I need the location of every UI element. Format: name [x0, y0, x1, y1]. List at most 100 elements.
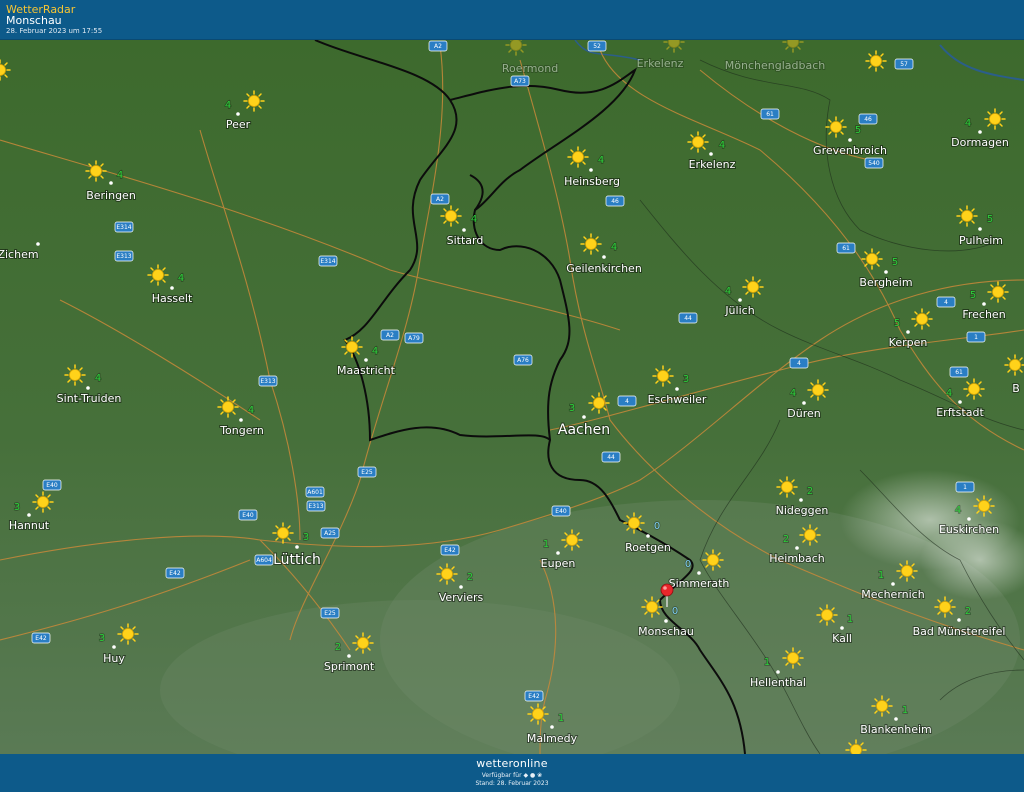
temperature: 3 — [14, 502, 20, 513]
sun-icon — [865, 50, 887, 72]
place-name: Eschweiler — [648, 393, 707, 406]
temperature: 4 — [790, 388, 796, 399]
sun-icon — [440, 205, 462, 227]
sun-icon — [984, 108, 1006, 130]
temperature: 1 — [558, 713, 564, 724]
place-name: Mechernich — [861, 588, 924, 601]
sun-icon — [623, 512, 645, 534]
temperature: 2 — [807, 486, 813, 497]
place-name: Kerpen — [889, 336, 928, 349]
temperature: 4 — [611, 242, 617, 253]
road-label: E313 — [116, 253, 131, 260]
road-label: A73 — [514, 78, 526, 85]
place-name: Sint-Truiden — [57, 392, 122, 405]
sun-icon — [641, 596, 663, 618]
place-name: Frechen — [962, 308, 1005, 321]
temperature: 5 — [892, 257, 898, 268]
road-label: 61 — [766, 111, 774, 118]
road-label: E42 — [169, 570, 181, 577]
place-name: B — [1012, 382, 1020, 395]
road-label: 57 — [900, 61, 908, 68]
location-name[interactable]: Monschau — [6, 14, 62, 27]
temperature: 2 — [783, 534, 789, 545]
sun-icon — [987, 281, 1009, 303]
sun-icon — [588, 392, 610, 414]
place-name: Erftstadt — [936, 406, 984, 419]
android-icon[interactable]: ● — [530, 772, 535, 779]
sun-icon — [527, 703, 549, 725]
temperature: 2 — [965, 606, 971, 617]
place-name: Jülich — [724, 304, 754, 317]
place-name: Sittard — [447, 234, 484, 247]
temperature: 4 — [725, 286, 731, 297]
temperature: 5 — [894, 318, 900, 329]
place-name: Bad Münstereifel — [913, 625, 1006, 638]
road-label: 52 — [593, 43, 601, 50]
weather-map[interactable]: A2 52 A73 57 61 46 540 A2 46 E314 E313 E… — [0, 40, 1024, 754]
app-footer: wetteronline Verfügbar für ◆ ● ❀ Stand: … — [0, 754, 1024, 792]
sun-icon — [807, 379, 829, 401]
sun-icon — [799, 524, 821, 546]
place-name: Huy — [103, 652, 125, 665]
apple-icon[interactable]: ◆ — [523, 772, 528, 779]
place-name: Simmerath — [669, 577, 730, 590]
road-label: A2 — [386, 332, 394, 339]
sun-icon — [816, 604, 838, 626]
sun-icon — [934, 596, 956, 618]
temperature: 2 — [335, 642, 341, 653]
place-name: Kall — [832, 632, 852, 645]
sun-icon — [117, 623, 139, 645]
temperature: 3 — [303, 532, 309, 543]
sun-icon — [825, 116, 847, 138]
place-name: Mönchengladbach — [725, 59, 825, 72]
road-label: 44 — [684, 315, 692, 322]
road-label: 1 — [963, 484, 967, 491]
road-label: E42 — [528, 693, 540, 700]
temperature: 4 — [225, 100, 231, 111]
temperature: 4 — [946, 388, 952, 399]
road-label: E40 — [46, 482, 58, 489]
place-name: Tongern — [219, 424, 264, 437]
road-label: E314 — [116, 224, 131, 231]
sun-icon — [652, 365, 674, 387]
road-label: E313 — [308, 503, 323, 510]
place-name: Roetgen — [625, 541, 671, 554]
road-label: E40 — [555, 508, 567, 515]
sun-icon — [85, 160, 107, 182]
place-name: Aachen — [558, 422, 610, 438]
sun-icon — [243, 90, 265, 112]
sun-icon — [217, 396, 239, 418]
road-label: 540 — [868, 160, 880, 167]
temperature: 5 — [970, 290, 976, 301]
temperature: 4 — [95, 373, 101, 384]
temperature: 4 — [598, 155, 604, 166]
place-name: Monschau — [638, 625, 694, 638]
app-header: WetterRadar Monschau 28. Februar 2023 um… — [0, 0, 1024, 40]
road-label: A601 — [307, 489, 323, 496]
temperature: 5 — [855, 125, 861, 136]
road-label: A79 — [408, 335, 420, 342]
sun-icon — [963, 378, 985, 400]
availability-line: Verfügbar für ◆ ● ❀ — [0, 772, 1024, 779]
place-name: Euskirchen — [939, 523, 999, 536]
huawei-icon[interactable]: ❀ — [537, 772, 542, 779]
place-name: Roermond — [502, 62, 558, 75]
brand-logo[interactable]: wetteronline — [0, 757, 1024, 770]
place-name: Hellenthal — [750, 676, 806, 689]
temperature: 1 — [878, 570, 884, 581]
road-label: 4 — [944, 299, 948, 306]
place-name: Maastricht — [337, 364, 396, 377]
road-label: E40 — [242, 512, 254, 519]
temperature: 4 — [719, 140, 725, 151]
temperature: 0 — [672, 606, 678, 617]
road-label: 46 — [611, 198, 619, 205]
road-label: E25 — [324, 610, 336, 617]
road-label: 61 — [842, 245, 850, 252]
temperature: 3 — [569, 403, 575, 414]
timestamp: 28. Februar 2023 um 17:55 — [6, 27, 103, 35]
sun-icon — [64, 364, 86, 386]
temperature: 4 — [117, 170, 123, 181]
road-label: A76 — [517, 357, 529, 364]
sun-icon — [272, 522, 294, 544]
sun-icon — [861, 248, 883, 270]
